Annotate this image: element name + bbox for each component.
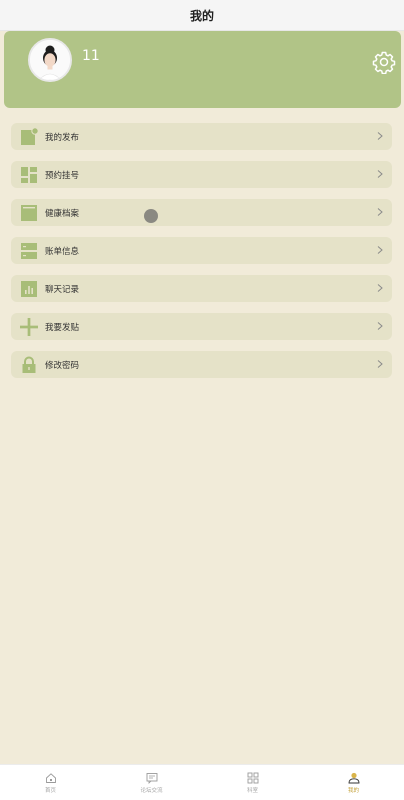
menu-item-my-posts[interactable]: 我的发布 <box>11 123 392 150</box>
tab-mine[interactable]: 我的 <box>303 765 404 800</box>
plus-icon <box>20 317 38 336</box>
menu-list: 我的发布 预约挂号 健康档案 账单信息 聊天记录 我要发贴 修改密码 <box>11 123 392 389</box>
tab-departments[interactable]: 科室 <box>202 765 303 800</box>
note-edit-icon <box>20 127 38 146</box>
menu-item-label: 预约挂号 <box>45 170 80 181</box>
list-icon <box>20 242 38 260</box>
home-icon <box>45 773 56 783</box>
tab-label: 科室 <box>246 788 258 794</box>
avatar[interactable] <box>28 38 72 82</box>
menu-item-new-post[interactable]: 我要发贴 <box>11 313 392 340</box>
menu-item-change-password[interactable]: 修改密码 <box>11 351 392 378</box>
chevron-right-icon <box>377 132 383 140</box>
tab-label: 首页 <box>44 788 56 794</box>
menu-item-label: 修改密码 <box>45 360 80 371</box>
chevron-right-icon <box>377 322 383 330</box>
page-title: 我的 <box>189 8 214 23</box>
grid-icon <box>247 772 258 784</box>
bottom-tab-bar: 首页 论坛交流 科室 我的 <box>0 764 404 800</box>
lock-icon <box>20 356 38 374</box>
chat-icon <box>146 773 157 784</box>
tab-label: 我的 <box>347 788 359 794</box>
menu-item-chat-history[interactable]: 聊天记录 <box>11 275 392 302</box>
tab-label: 论坛交流 <box>140 788 163 794</box>
top-nav-bar: 我的 <box>0 0 404 31</box>
chevron-right-icon <box>377 170 383 178</box>
menu-item-billing[interactable]: 账单信息 <box>11 237 392 264</box>
tab-home[interactable]: 首页 <box>0 765 101 800</box>
menu-item-label: 我的发布 <box>45 132 80 143</box>
chevron-right-icon <box>377 284 383 292</box>
chevron-right-icon <box>377 246 383 254</box>
menu-item-appointment[interactable]: 预约挂号 <box>11 161 392 188</box>
tab-forum[interactable]: 论坛交流 <box>101 765 202 800</box>
chevron-right-icon <box>377 208 383 216</box>
folder-icon <box>20 204 38 222</box>
menu-item-label: 账单信息 <box>45 246 80 257</box>
gear-icon <box>372 51 396 75</box>
user-icon <box>348 772 359 784</box>
chevron-right-icon <box>377 360 383 368</box>
touch-cursor <box>144 209 158 223</box>
dashboard-grid-icon <box>20 166 38 184</box>
menu-item-label: 聊天记录 <box>45 284 80 295</box>
settings-button[interactable] <box>372 50 396 75</box>
menu-item-label: 健康档案 <box>45 208 80 219</box>
bar-chart-icon <box>20 280 38 298</box>
menu-item-health-records[interactable]: 健康档案 <box>11 199 392 226</box>
avatar-photo-icon <box>30 40 70 80</box>
phone-screen: 我的 11 我的发布 预约挂号 健康档案 账单信息 聊天记录 我要发贴 修改密码… <box>0 0 404 800</box>
menu-item-label: 我要发贴 <box>45 322 80 333</box>
username: 11 <box>82 48 100 64</box>
profile-card: 11 <box>4 31 401 108</box>
